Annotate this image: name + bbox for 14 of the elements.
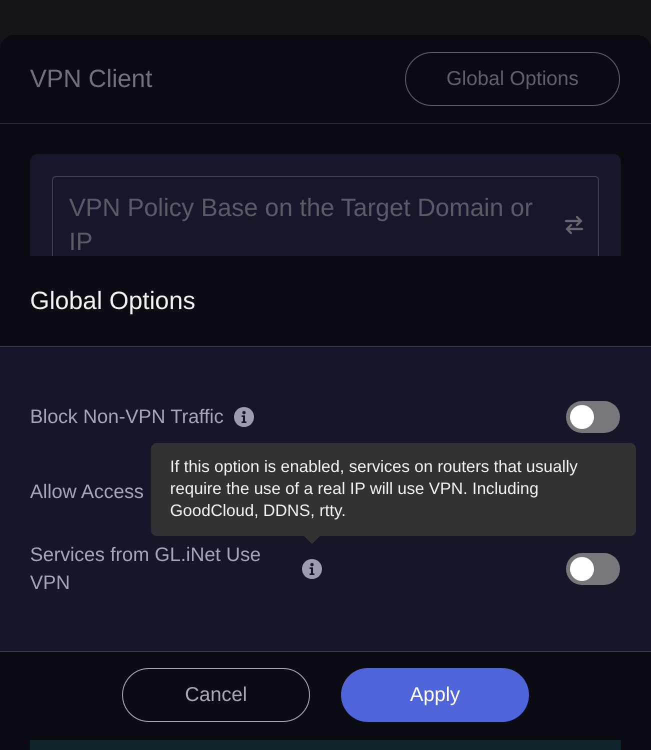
page-title: VPN Client (30, 64, 152, 94)
option-label: Services from GL.iNet Use VPN (30, 543, 262, 596)
option-label: Block Non-VPN Traffic (30, 404, 224, 430)
apply-button[interactable]: Apply (341, 668, 529, 722)
tooltip-pointer (303, 535, 321, 544)
info-icon[interactable] (302, 559, 322, 579)
swap-icon[interactable] (564, 216, 584, 234)
toggle-switch[interactable] (566, 400, 620, 432)
toggle-switch[interactable] (566, 553, 620, 585)
cancel-button[interactable]: Cancel (122, 668, 310, 722)
dialog-title: Global Options (30, 286, 196, 316)
option-label: Allow Access (30, 480, 144, 504)
global-options-button[interactable]: Global Options (405, 52, 620, 106)
info-icon[interactable] (234, 406, 254, 426)
